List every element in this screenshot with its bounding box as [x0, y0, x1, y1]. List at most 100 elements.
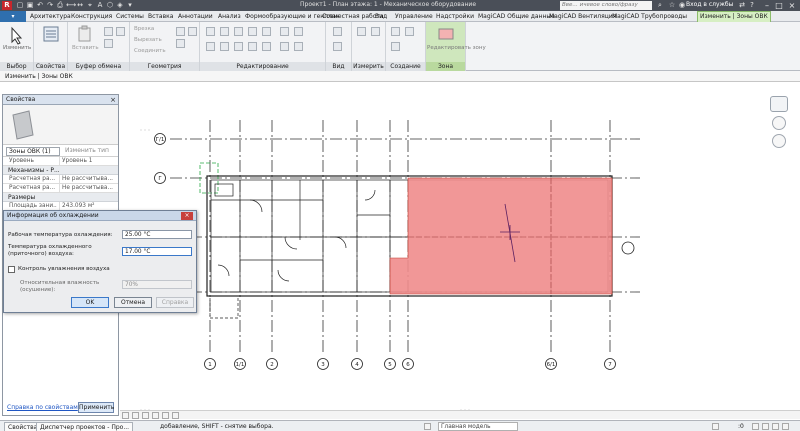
- paste-icon[interactable]: [76, 25, 94, 43]
- tag-icon[interactable]: ⌖: [86, 1, 94, 9]
- text-icon[interactable]: A: [96, 1, 104, 9]
- project-browser-tab[interactable]: Диспетчер проектов - Про...: [36, 422, 134, 431]
- sun-path-icon[interactable]: [152, 412, 159, 419]
- redo-icon[interactable]: ↷: [46, 1, 54, 9]
- help-button[interactable]: Справка: [156, 297, 194, 308]
- properties-help-link[interactable]: Справка по свойствам: [7, 404, 78, 411]
- move-icon[interactable]: [206, 42, 215, 51]
- hvac-zone[interactable]: [389, 177, 613, 295]
- match-icon[interactable]: [116, 27, 125, 36]
- tab-annotate[interactable]: Аннотации: [178, 11, 213, 22]
- section-marker[interactable]: [621, 241, 635, 255]
- cope-button[interactable]: Врезка: [134, 26, 154, 32]
- select-underlay-icon[interactable]: [762, 423, 769, 430]
- measure-icon[interactable]: ⟷: [66, 1, 76, 9]
- property-value[interactable]: Не рассчитыва...: [59, 175, 113, 183]
- mirror-draw-icon[interactable]: [248, 27, 257, 36]
- rotate-icon[interactable]: [234, 42, 243, 51]
- tab-analyze[interactable]: Анализ: [218, 11, 241, 22]
- exchange-icon[interactable]: ⇄: [738, 1, 746, 9]
- supply-temp-input[interactable]: 17.00 °C: [122, 247, 192, 256]
- offset-icon[interactable]: [220, 27, 229, 36]
- open-icon[interactable]: ▢: [16, 1, 24, 9]
- zoom-icon[interactable]: [772, 134, 786, 148]
- tab-magicad-piping[interactable]: MagiCAD Трубопроводы: [612, 11, 687, 22]
- view-cube-icon[interactable]: [770, 96, 788, 112]
- create-parts-icon[interactable]: [405, 27, 414, 36]
- tab-manage[interactable]: Управление: [395, 11, 433, 22]
- tab-insert[interactable]: Вставка: [148, 11, 173, 22]
- tab-architecture[interactable]: Архитектура: [30, 11, 71, 22]
- select-panel-label[interactable]: Выбор: [0, 62, 33, 71]
- undo-icon[interactable]: ↶: [36, 1, 44, 9]
- select-links-icon[interactable]: [752, 423, 759, 430]
- print-icon[interactable]: ⎙: [56, 1, 64, 9]
- dialog-title[interactable]: Информация об охлаждении ×: [4, 211, 196, 221]
- tab-view[interactable]: Вид: [375, 11, 387, 22]
- type-selector[interactable]: Зоны ОВК (1): [6, 147, 60, 156]
- aligned-dimension-icon[interactable]: [371, 27, 380, 36]
- working-temp-input[interactable]: 25.00 °C: [122, 230, 192, 239]
- save-icon[interactable]: ▣: [26, 1, 34, 9]
- dimension-icon[interactable]: ↔: [76, 1, 84, 9]
- search-input[interactable]: Вве… ичевое слово/фразу: [560, 1, 652, 10]
- humidity-input[interactable]: 70%: [122, 280, 192, 289]
- property-group[interactable]: Механизмы - Р...: [3, 166, 118, 175]
- close-icon[interactable]: ×: [181, 212, 193, 220]
- tab-addins[interactable]: Надстройки: [436, 11, 474, 22]
- trim-icon[interactable]: [248, 42, 257, 51]
- help-icon[interactable]: ?: [748, 1, 756, 9]
- copy-icon[interactable]: [104, 27, 113, 36]
- paint-icon[interactable]: [188, 27, 197, 36]
- humidity-control-checkbox[interactable]: [8, 266, 15, 273]
- unpin-icon[interactable]: [280, 42, 289, 51]
- select-pinned-icon[interactable]: [772, 423, 779, 430]
- crop-view-icon[interactable]: [172, 412, 179, 419]
- property-value[interactable]: Не рассчитыва...: [59, 184, 113, 192]
- entry-porch[interactable]: [209, 295, 239, 319]
- edit-type-button[interactable]: Изменить тип: [65, 147, 109, 154]
- user-icon[interactable]: ◉: [678, 1, 686, 9]
- modify-arrow-icon[interactable]: [6, 25, 28, 47]
- create-assembly-icon[interactable]: [391, 27, 400, 36]
- shadows-icon[interactable]: [162, 412, 169, 419]
- join-button[interactable]: Соединить: [134, 48, 166, 54]
- copy-elem-icon[interactable]: [220, 42, 229, 51]
- 3d-view-icon[interactable]: ⬡: [106, 1, 114, 9]
- apply-button[interactable]: Применить: [78, 402, 114, 413]
- binoculars-icon[interactable]: ⌕: [656, 1, 664, 9]
- wall-join-icon[interactable]: [176, 39, 185, 48]
- mirror-icon[interactable]: [234, 27, 243, 36]
- tab-structure[interactable]: Конструкция: [71, 11, 112, 22]
- split-icon[interactable]: [262, 27, 271, 36]
- align-icon[interactable]: [206, 27, 215, 36]
- worksets-icon[interactable]: [424, 423, 431, 430]
- dropdown-icon[interactable]: ▾: [126, 1, 134, 9]
- properties-title[interactable]: Свойства ×: [3, 95, 118, 105]
- maximize-icon[interactable]: □: [774, 0, 784, 11]
- properties-panel-label[interactable]: Свойства: [34, 62, 67, 71]
- pin-icon[interactable]: [294, 27, 303, 36]
- filter-icon[interactable]: [712, 423, 719, 430]
- delete-icon[interactable]: [294, 42, 303, 51]
- tab-systems[interactable]: Системы: [116, 11, 144, 22]
- cut-icon[interactable]: [104, 39, 113, 48]
- scale-icon[interactable]: [122, 412, 129, 419]
- visual-style-icon[interactable]: [142, 412, 149, 419]
- close-icon[interactable]: ×: [110, 95, 116, 105]
- section-icon[interactable]: ◈: [116, 1, 124, 9]
- property-group[interactable]: Размеры: [3, 193, 118, 202]
- split-face-icon[interactable]: [176, 27, 185, 36]
- ok-button[interactable]: OK: [71, 297, 109, 308]
- detail-level-icon[interactable]: [132, 412, 139, 419]
- drag-icon[interactable]: [782, 423, 789, 430]
- edit-zone-icon[interactable]: [437, 25, 455, 43]
- hide-icon[interactable]: [333, 27, 342, 36]
- main-model-select[interactable]: Главная модель: [438, 422, 518, 431]
- scale-icon[interactable]: [280, 27, 289, 36]
- steering-wheel-icon[interactable]: [772, 116, 786, 130]
- measure-between-icon[interactable]: [357, 27, 366, 36]
- close-icon[interactable]: ×: [787, 0, 797, 11]
- tab-modify-hvac-zones[interactable]: Изменить | Зоны ОВК: [697, 11, 771, 22]
- minimize-icon[interactable]: –: [762, 0, 772, 11]
